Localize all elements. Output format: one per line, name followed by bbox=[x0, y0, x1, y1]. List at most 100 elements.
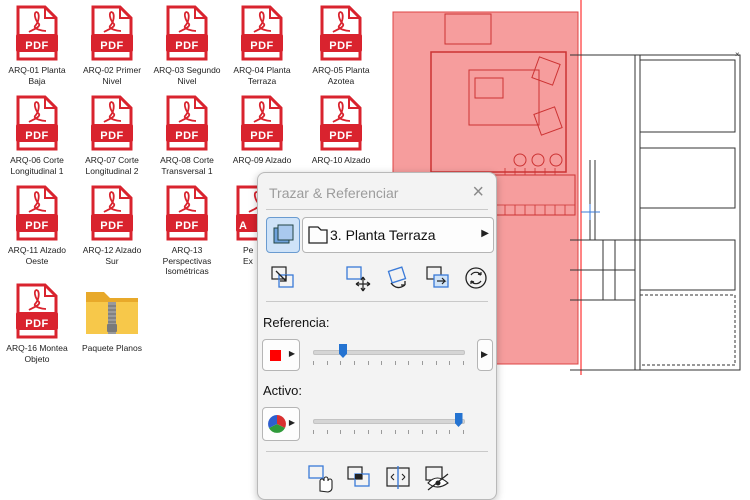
reference-view-selector[interactable]: 3. Planta Terraza ▶ bbox=[302, 217, 494, 253]
pdf-file-icon: PDF bbox=[165, 4, 209, 62]
floor-plan-walls bbox=[570, 54, 741, 371]
layers-icon bbox=[273, 224, 294, 244]
slider-tick bbox=[463, 430, 464, 434]
pdf-badge: PDF bbox=[100, 220, 124, 232]
pdf-file-icon: PDF bbox=[15, 282, 59, 340]
slider-tick bbox=[313, 430, 314, 434]
file-label: ARQ-06 Corte Longitudinal 1 bbox=[10, 155, 64, 176]
pdf-badge: PDF bbox=[175, 130, 199, 142]
hide-reference-button[interactable] bbox=[422, 463, 452, 493]
zip-folder-paquete-planos[interactable]: Paquete Planos bbox=[75, 284, 149, 354]
pdf-file-arq-09[interactable]: PDF ARQ-09 Alzado bbox=[225, 94, 299, 166]
rotate-icon bbox=[387, 266, 407, 289]
file-label: Paquete Planos bbox=[81, 343, 143, 353]
reset-icon bbox=[465, 267, 487, 289]
slider-tick bbox=[435, 430, 437, 434]
pdf-file-arq-01[interactable]: PDF ARQ-01 Planta Baja bbox=[0, 4, 74, 86]
chevron-right-icon: ▶ bbox=[288, 418, 295, 427]
divider bbox=[266, 209, 488, 210]
pdf-badge: PDF bbox=[25, 130, 49, 142]
file-label: ARQ-01 Planta Baja bbox=[8, 65, 66, 86]
compare-views-button[interactable] bbox=[344, 463, 374, 493]
pdf-badge: PDF bbox=[25, 220, 49, 232]
reset-reference-button[interactable] bbox=[461, 263, 491, 293]
active-color-button[interactable]: ▶ bbox=[262, 407, 300, 441]
split-compare-button[interactable] bbox=[383, 463, 413, 493]
file-label: ARQ-08 Corte Transversal 1 bbox=[160, 155, 214, 176]
pdf-file-icon: PDF bbox=[15, 184, 59, 242]
palette-title: Trazar & Referenciar bbox=[269, 185, 399, 201]
pdf-file-icon: PDF bbox=[319, 94, 363, 152]
file-label: ARQ-09 Alzado bbox=[232, 155, 292, 165]
switch-reference-active-button[interactable] bbox=[268, 263, 298, 293]
file-label: ARQ-10 Alzado bbox=[311, 155, 371, 165]
reference-opacity-slider[interactable] bbox=[339, 344, 347, 358]
pdf-badge: PDF bbox=[100, 40, 124, 52]
floor-plan-icon bbox=[308, 226, 328, 244]
slider-tick bbox=[394, 361, 396, 365]
pdf-file-arq-10[interactable]: PDF ARQ-10 Alzado bbox=[304, 94, 378, 166]
move-reference-button[interactable] bbox=[343, 263, 373, 293]
pdf-badge: PDF bbox=[175, 220, 199, 232]
pdf-file-arq-02[interactable]: PDF ARQ-02 Primer Nivel bbox=[75, 4, 149, 86]
active-opacity-slider[interactable] bbox=[454, 413, 463, 427]
pdf-file-arq-12[interactable]: PDF ARQ-12 Alzado Sur bbox=[75, 184, 149, 266]
file-label: ARQ-07 Corte Longitudinal 2 bbox=[85, 155, 139, 176]
pdf-file-icon: PDF bbox=[240, 4, 284, 62]
rotate-reference-button[interactable] bbox=[383, 263, 413, 293]
pdf-file-arq-07[interactable]: PDF ARQ-07 Corte Longitudinal 2 bbox=[75, 94, 149, 176]
slider-tick bbox=[326, 430, 328, 434]
pdf-file-arq-05[interactable]: PDF ARQ-05 Planta Azotea bbox=[304, 4, 378, 86]
slider-tick bbox=[340, 361, 342, 365]
pdf-file-arq-16[interactable]: PDF ARQ-16 Montea Objeto bbox=[0, 282, 74, 364]
divider bbox=[266, 301, 488, 302]
pdf-file-arq-06[interactable]: PDF ARQ-06 Corte Longitudinal 1 bbox=[0, 94, 74, 176]
divider bbox=[266, 451, 488, 452]
slider-tick bbox=[449, 361, 451, 365]
pdf-badge: PDF bbox=[250, 130, 274, 142]
slider-ticks bbox=[313, 361, 464, 365]
active-opacity-track[interactable] bbox=[313, 419, 465, 424]
slider-tick bbox=[367, 430, 369, 434]
pdf-badge: PDF bbox=[250, 40, 274, 52]
close-icon[interactable]: × bbox=[472, 182, 484, 202]
move-icon bbox=[346, 266, 371, 292]
pdf-badge: PDF bbox=[329, 40, 353, 52]
drag-reference-button[interactable] bbox=[306, 463, 336, 493]
toggle-reference-button[interactable] bbox=[266, 217, 300, 253]
eye-off-icon bbox=[425, 466, 449, 491]
mirror-icon bbox=[426, 266, 449, 288]
slider-tick bbox=[340, 430, 342, 434]
pdf-file-icon: PDF bbox=[240, 94, 284, 152]
pdf-file-icon: PDF bbox=[165, 184, 209, 242]
chevron-right-icon: ▶ bbox=[481, 349, 488, 359]
file-label: ARQ-05 Planta Azotea bbox=[312, 65, 370, 86]
slider-tick bbox=[408, 430, 410, 434]
slider-ticks bbox=[313, 430, 464, 434]
slider-tick bbox=[326, 361, 328, 365]
pdf-file-arq-03[interactable]: PDF ARQ-03 Segundo Nivel bbox=[150, 4, 224, 86]
referencia-label: Referencia: bbox=[263, 315, 330, 330]
pdf-badge: PDF bbox=[329, 130, 353, 142]
reference-color-button[interactable]: ▶ bbox=[262, 339, 300, 371]
slider-tick bbox=[353, 361, 355, 365]
zip-folder-icon bbox=[82, 284, 142, 340]
color-swatch bbox=[270, 350, 281, 361]
file-label: ARQ-03 Segundo Nivel bbox=[153, 65, 221, 86]
pdf-file-arq-08[interactable]: PDF ARQ-08 Corte Transversal 1 bbox=[150, 94, 224, 176]
swap-icon bbox=[271, 266, 294, 288]
activo-label: Activo: bbox=[263, 383, 303, 398]
file-label: ARQ-04 Planta Terraza bbox=[233, 65, 291, 86]
reference-options-button[interactable]: ▶ bbox=[477, 339, 493, 371]
pdf-file-arq-13[interactable]: PDF ARQ-13 Perspectivas Isométricas bbox=[150, 184, 224, 277]
file-label: ARQ-12 Alzado Sur bbox=[82, 245, 142, 266]
split-view-icon bbox=[386, 466, 410, 489]
pdf-file-arq-04[interactable]: PDF ARQ-04 Planta Terraza bbox=[225, 4, 299, 86]
mirror-reference-button[interactable] bbox=[423, 263, 453, 293]
file-label: ARQ-11 Alzado Oeste bbox=[8, 245, 66, 266]
reference-opacity-track[interactable] bbox=[313, 350, 465, 355]
slider-tick bbox=[381, 430, 383, 434]
trace-reference-palette: Trazar & Referenciar × 3. Planta Terraza… bbox=[257, 172, 497, 500]
pdf-file-arq-11[interactable]: PDF ARQ-11 Alzado Oeste bbox=[0, 184, 74, 266]
hand-icon bbox=[308, 465, 333, 493]
